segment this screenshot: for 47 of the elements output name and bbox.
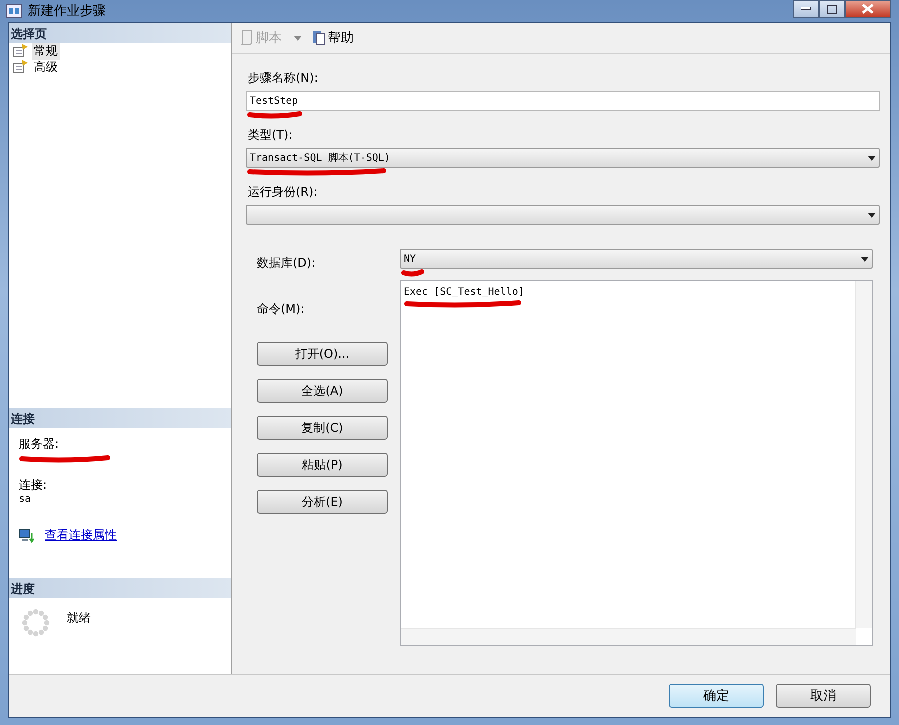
page-icon [13,44,29,58]
dropdown-arrow-icon [868,212,876,218]
vertical-scrollbar[interactable] [855,281,872,628]
scribble-mark [247,111,303,119]
section-header: 连接 [9,408,231,428]
field-label: 命令(M): [257,301,306,318]
command-button[interactable]: 全选(A) [257,379,388,403]
field-label: 数据库(D): [257,255,317,272]
computer-icon [19,528,35,542]
caret-icon [294,36,302,40]
command-button[interactable]: 复制(C) [257,416,388,440]
section-header: 选择页 [9,23,231,43]
maximize-icon [827,4,837,14]
status-text: 就绪 [67,610,91,627]
sidebar-item[interactable]: 常规 [32,42,60,60]
ok-button[interactable]: 确定 [669,684,764,708]
login-label: 连接: [19,477,48,494]
field-label: 步骤名称(N): [248,70,320,87]
horizontal-scrollbar[interactable] [401,628,856,645]
field-label: 类型(T): [248,127,294,144]
help-button[interactable]: 帮助 [310,27,356,49]
dropdown-arrow-icon [861,256,869,262]
cancel-button[interactable]: 取消 [776,684,871,708]
dropdown-arrow-icon [868,156,876,160]
spinner-icon [21,608,51,638]
close-icon [862,4,874,14]
sidebar-item[interactable]: 高级 [32,58,60,76]
close-button[interactable] [845,0,891,18]
connection-properties-link[interactable]: 查看连接属性 [45,527,117,544]
command-button[interactable]: 打开(O)... [257,342,388,366]
window-title: 新建作业步骤 [28,3,106,20]
app-icon [6,4,22,18]
maximize-button[interactable] [819,0,845,18]
command-button[interactable]: 粘贴(P) [257,453,388,477]
run-as-dropdown[interactable] [246,205,880,225]
minimize-button[interactable] [793,0,819,18]
minimize-icon [801,7,811,11]
scribble-mark [401,269,425,277]
login-value: sa [19,494,32,505]
help-icon [312,30,326,46]
command-button[interactable]: 分析(E) [257,490,388,514]
page-icon [13,60,29,74]
scroll-icon [240,30,254,46]
section-header: 进度 [9,578,231,598]
server-label: 服务器: [19,436,60,453]
field-label: 运行身份(R): [248,184,319,201]
command-text-area[interactable]: Exec [SC_Test_Hello] [400,280,873,646]
